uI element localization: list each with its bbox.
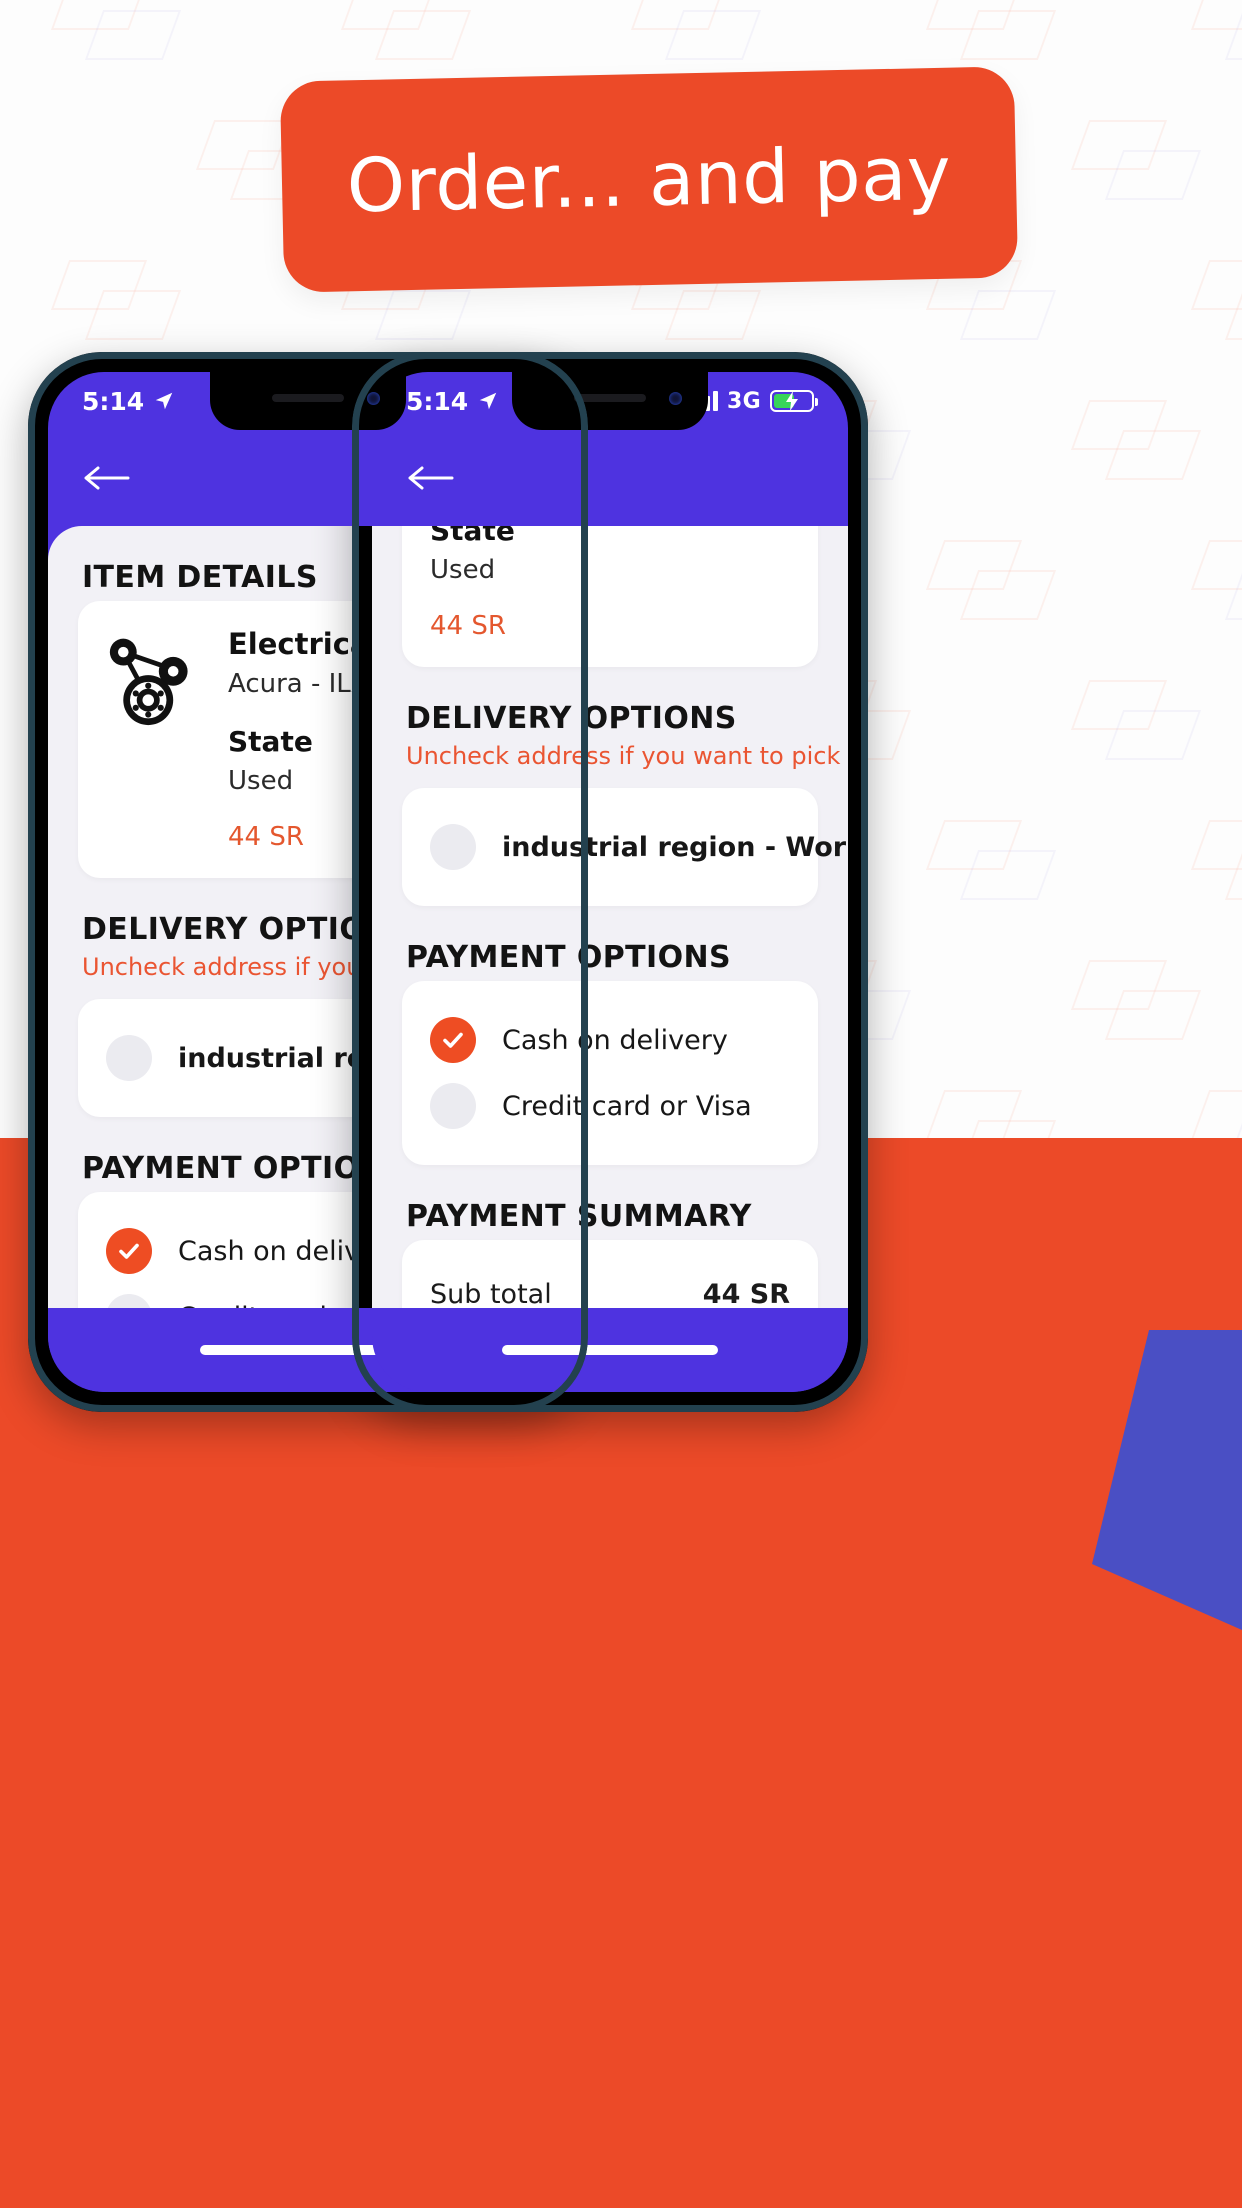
payment-summary-card: Sub total 44 SR Shipping 10 SR Tax 0 SR	[402, 1240, 818, 1308]
home-indicator-area-right	[372, 1308, 848, 1392]
scroll-container-right[interactable]: State Used 44 SR DELIVERY OPTIONS Unchec…	[372, 526, 848, 1308]
radio-unselected-icon[interactable]	[106, 1294, 152, 1308]
payment-options-card: Cash on delivery Credit card or Visa	[402, 981, 818, 1165]
app-content-right: State Used 44 SR DELIVERY OPTIONS Unchec…	[372, 526, 848, 1308]
home-indicator[interactable]	[502, 1345, 718, 1355]
radio-unselected-icon[interactable]	[430, 1083, 476, 1129]
delivery-option-row[interactable]: industrial region - Workshop number: 800	[430, 814, 848, 880]
belt-pulley-icon	[109, 638, 188, 726]
back-arrow-icon[interactable]	[408, 465, 454, 491]
status-left-group-right: 5:14	[406, 387, 499, 416]
payment-option-row[interactable]: Cash on delivery	[430, 1007, 790, 1073]
front-camera-icon	[669, 392, 682, 405]
delivery-options-card: industrial region - Workshop number: 800	[402, 788, 848, 906]
delivery-option-label: industrial region - Workshop number: 800	[502, 831, 848, 863]
summary-row: Sub total 44 SR	[430, 1266, 790, 1308]
radio-selected-icon[interactable]	[106, 1228, 152, 1274]
status-time: 5:14	[406, 386, 469, 416]
location-arrow-icon	[155, 392, 173, 410]
section-title-delivery-options: DELIVERY OPTIONS	[406, 701, 737, 736]
summary-value: 44 SR	[702, 1279, 790, 1308]
payment-option-label: Cash on delivery	[502, 1024, 728, 1056]
item-state-label: State	[430, 526, 515, 547]
headline-banner: Order... and pay	[279, 66, 1019, 293]
app-bar-right	[372, 430, 848, 526]
section-title-payment-summary: PAYMENT SUMMARY	[406, 1199, 752, 1234]
charging-bolt-icon	[786, 391, 798, 411]
item-price: 44 SR	[430, 611, 506, 641]
item-state-value: Used	[430, 555, 496, 585]
phone-mockup-right: 5:14 3G State Used 44 SR DELIVERY OPTION…	[352, 352, 868, 1412]
payment-option-label: Credit card or Visa	[502, 1090, 752, 1122]
summary-key: Sub total	[430, 1279, 552, 1308]
location-arrow-icon	[479, 392, 497, 410]
check-icon	[119, 1243, 139, 1259]
earpiece-speaker	[272, 394, 344, 402]
status-left-group-left: 5:14	[82, 387, 175, 416]
promo-stage: Order... and pay 5:14 ITEM DETAILS Elect…	[0, 0, 1242, 2208]
phone-notch-left	[210, 372, 406, 430]
status-time: 5:14	[82, 386, 145, 416]
payment-option-row[interactable]: Credit card or Visa	[430, 1073, 790, 1139]
front-camera-icon	[367, 392, 380, 405]
network-type-label: 3G	[727, 388, 761, 414]
battery-charging-icon	[770, 390, 818, 412]
radio-unselected-icon[interactable]	[430, 824, 476, 870]
check-icon	[443, 1032, 463, 1048]
phone-screen-right: 5:14 3G State Used 44 SR DELIVERY OPTION…	[372, 372, 848, 1392]
phone-notch-right	[512, 372, 708, 430]
back-arrow-icon[interactable]	[84, 465, 130, 491]
radio-selected-icon[interactable]	[430, 1017, 476, 1063]
radio-unselected-icon[interactable]	[106, 1035, 152, 1081]
earpiece-speaker	[574, 394, 646, 402]
section-title-payment-options: PAYMENT OPTIONS	[406, 940, 731, 975]
delivery-note: Uncheck address if you want to pick up	[406, 742, 848, 770]
item-details-card-partial: State Used 44 SR	[402, 526, 818, 667]
headline-text: Order... and pay	[345, 130, 953, 229]
